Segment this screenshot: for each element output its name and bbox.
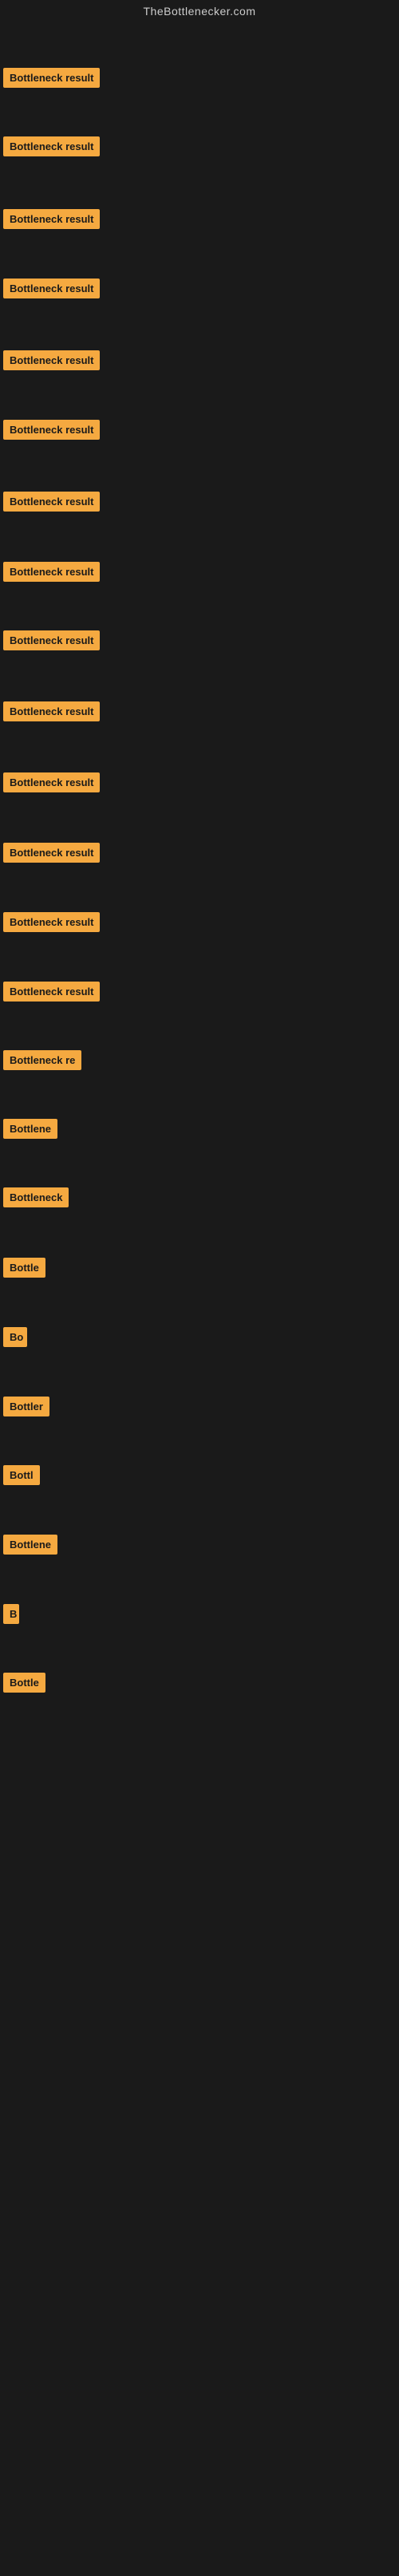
bottleneck-badge-10: Bottleneck result	[3, 701, 100, 721]
bottleneck-badge-14: Bottleneck result	[3, 982, 100, 1002]
bottleneck-badge-12: Bottleneck result	[3, 843, 100, 863]
bottleneck-badge-7: Bottleneck result	[3, 492, 100, 512]
page-container: TheBottlenecker.com Bottleneck resultBot…	[0, 0, 399, 2576]
bottleneck-badge-3: Bottleneck result	[3, 209, 100, 229]
bottleneck-badge-21: Bottl	[3, 1465, 40, 1485]
bottleneck-badge-4: Bottleneck result	[3, 279, 100, 298]
bottleneck-badge-9: Bottleneck result	[3, 630, 100, 650]
bottleneck-badge-11: Bottleneck result	[3, 772, 100, 792]
bottleneck-badge-1: Bottleneck result	[3, 68, 100, 88]
bottleneck-badge-13: Bottleneck result	[3, 912, 100, 932]
bottleneck-badge-22: Bottlene	[3, 1535, 57, 1555]
bottleneck-badge-17: Bottleneck	[3, 1187, 69, 1207]
site-title: TheBottlenecker.com	[0, 0, 399, 22]
bottleneck-badge-15: Bottleneck re	[3, 1050, 81, 1070]
badges-container: Bottleneck result Bottleneck result Bottle…	[0, 22, 399, 2576]
bottleneck-badge-6: Bottleneck result	[3, 420, 100, 440]
bottleneck-badge-24: Bottle	[3, 1673, 45, 1693]
bottleneck-badge-20: Bottler	[3, 1397, 49, 1416]
bottleneck-badge-8: Bottleneck result	[3, 562, 100, 582]
bottleneck-badge-5: Bottleneck result	[3, 350, 100, 370]
bottleneck-badge-16: Bottlene	[3, 1119, 57, 1139]
bottleneck-badge-19: Bo	[3, 1327, 27, 1347]
bottleneck-badge-18: Bottle	[3, 1258, 45, 1278]
bottleneck-badge-23: B	[3, 1604, 19, 1624]
bottleneck-badge-2: Bottleneck result	[3, 136, 100, 156]
